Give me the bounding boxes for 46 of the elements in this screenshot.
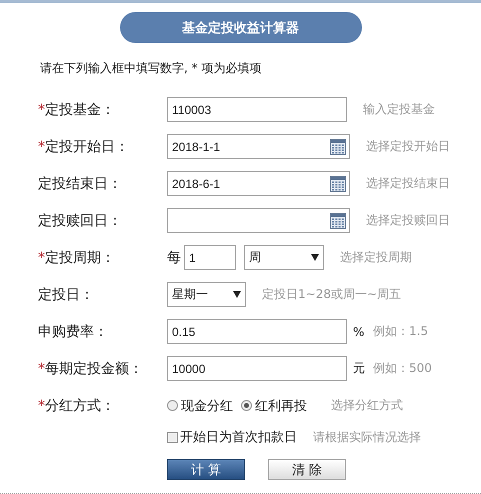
- hint-text: 输入定投基金: [363, 101, 435, 118]
- hint-text: 选择分红方式: [331, 397, 403, 414]
- day-dropdown[interactable]: 星期一: [167, 282, 246, 307]
- caret-icon: [233, 291, 241, 298]
- calculator-title: 基金定投收益计算器: [120, 12, 362, 43]
- input-field[interactable]: 0.15: [167, 319, 347, 344]
- field-label: 定投赎回日：: [37, 212, 123, 230]
- field-label: 定投结束日：: [37, 174, 123, 192]
- field-label: 定投日：: [37, 286, 95, 304]
- calendar-icon[interactable]: [330, 212, 346, 228]
- input-field[interactable]: 110003: [167, 97, 347, 122]
- clear-button[interactable]: 清 除: [268, 459, 346, 480]
- input-field[interactable]: 1: [184, 245, 236, 270]
- hint-text: 选择定投赎回日: [366, 212, 450, 229]
- field-label: *定投基金：: [37, 100, 116, 118]
- checkbox[interactable]: [167, 432, 178, 442]
- radio-option[interactable]: 现金分红: [167, 396, 233, 414]
- calculate-button[interactable]: 计 算: [167, 459, 245, 480]
- hint-text: 选择定投开始日: [366, 138, 450, 155]
- hint-text: 选择定投结束日: [366, 175, 450, 192]
- hint-text: 例如：1.5: [373, 323, 428, 340]
- calendar-icon[interactable]: [330, 176, 346, 192]
- unit-label: %: [353, 324, 365, 338]
- calendar-icon[interactable]: [330, 138, 346, 154]
- field-label: 申购费率：: [37, 322, 109, 340]
- field-label: *定投周期：: [37, 248, 116, 266]
- instruction-text: 请在下列输入框中填写数字, * 项为必填项: [40, 60, 262, 77]
- prefix-label: 每: [167, 248, 181, 266]
- unit-dropdown[interactable]: 周: [244, 245, 324, 270]
- hint-text: 请根据实际情况选择: [313, 428, 421, 446]
- date-field[interactable]: [167, 208, 350, 233]
- checkbox-label[interactable]: 开始日为首次扣款日: [180, 428, 297, 446]
- radio-icon[interactable]: [167, 400, 178, 411]
- date-field[interactable]: 2018-1-1: [167, 134, 350, 159]
- caret-icon: [311, 254, 319, 261]
- hint-text: 定投日1~28或周一~周五: [262, 286, 402, 303]
- unit-label: 元: [353, 360, 365, 377]
- field-label: *定投开始日：: [37, 138, 130, 156]
- input-field[interactable]: 10000: [167, 356, 347, 381]
- radio-icon[interactable]: [241, 400, 252, 411]
- hint-text: 选择定投周期: [340, 249, 412, 266]
- radio-option[interactable]: 红利再投: [241, 396, 307, 414]
- field-label: *每期定投金额：: [37, 360, 144, 378]
- field-label: *分红方式：: [37, 396, 116, 414]
- date-field[interactable]: 2018-6-1: [167, 171, 350, 196]
- hint-text: 例如：500: [373, 360, 432, 377]
